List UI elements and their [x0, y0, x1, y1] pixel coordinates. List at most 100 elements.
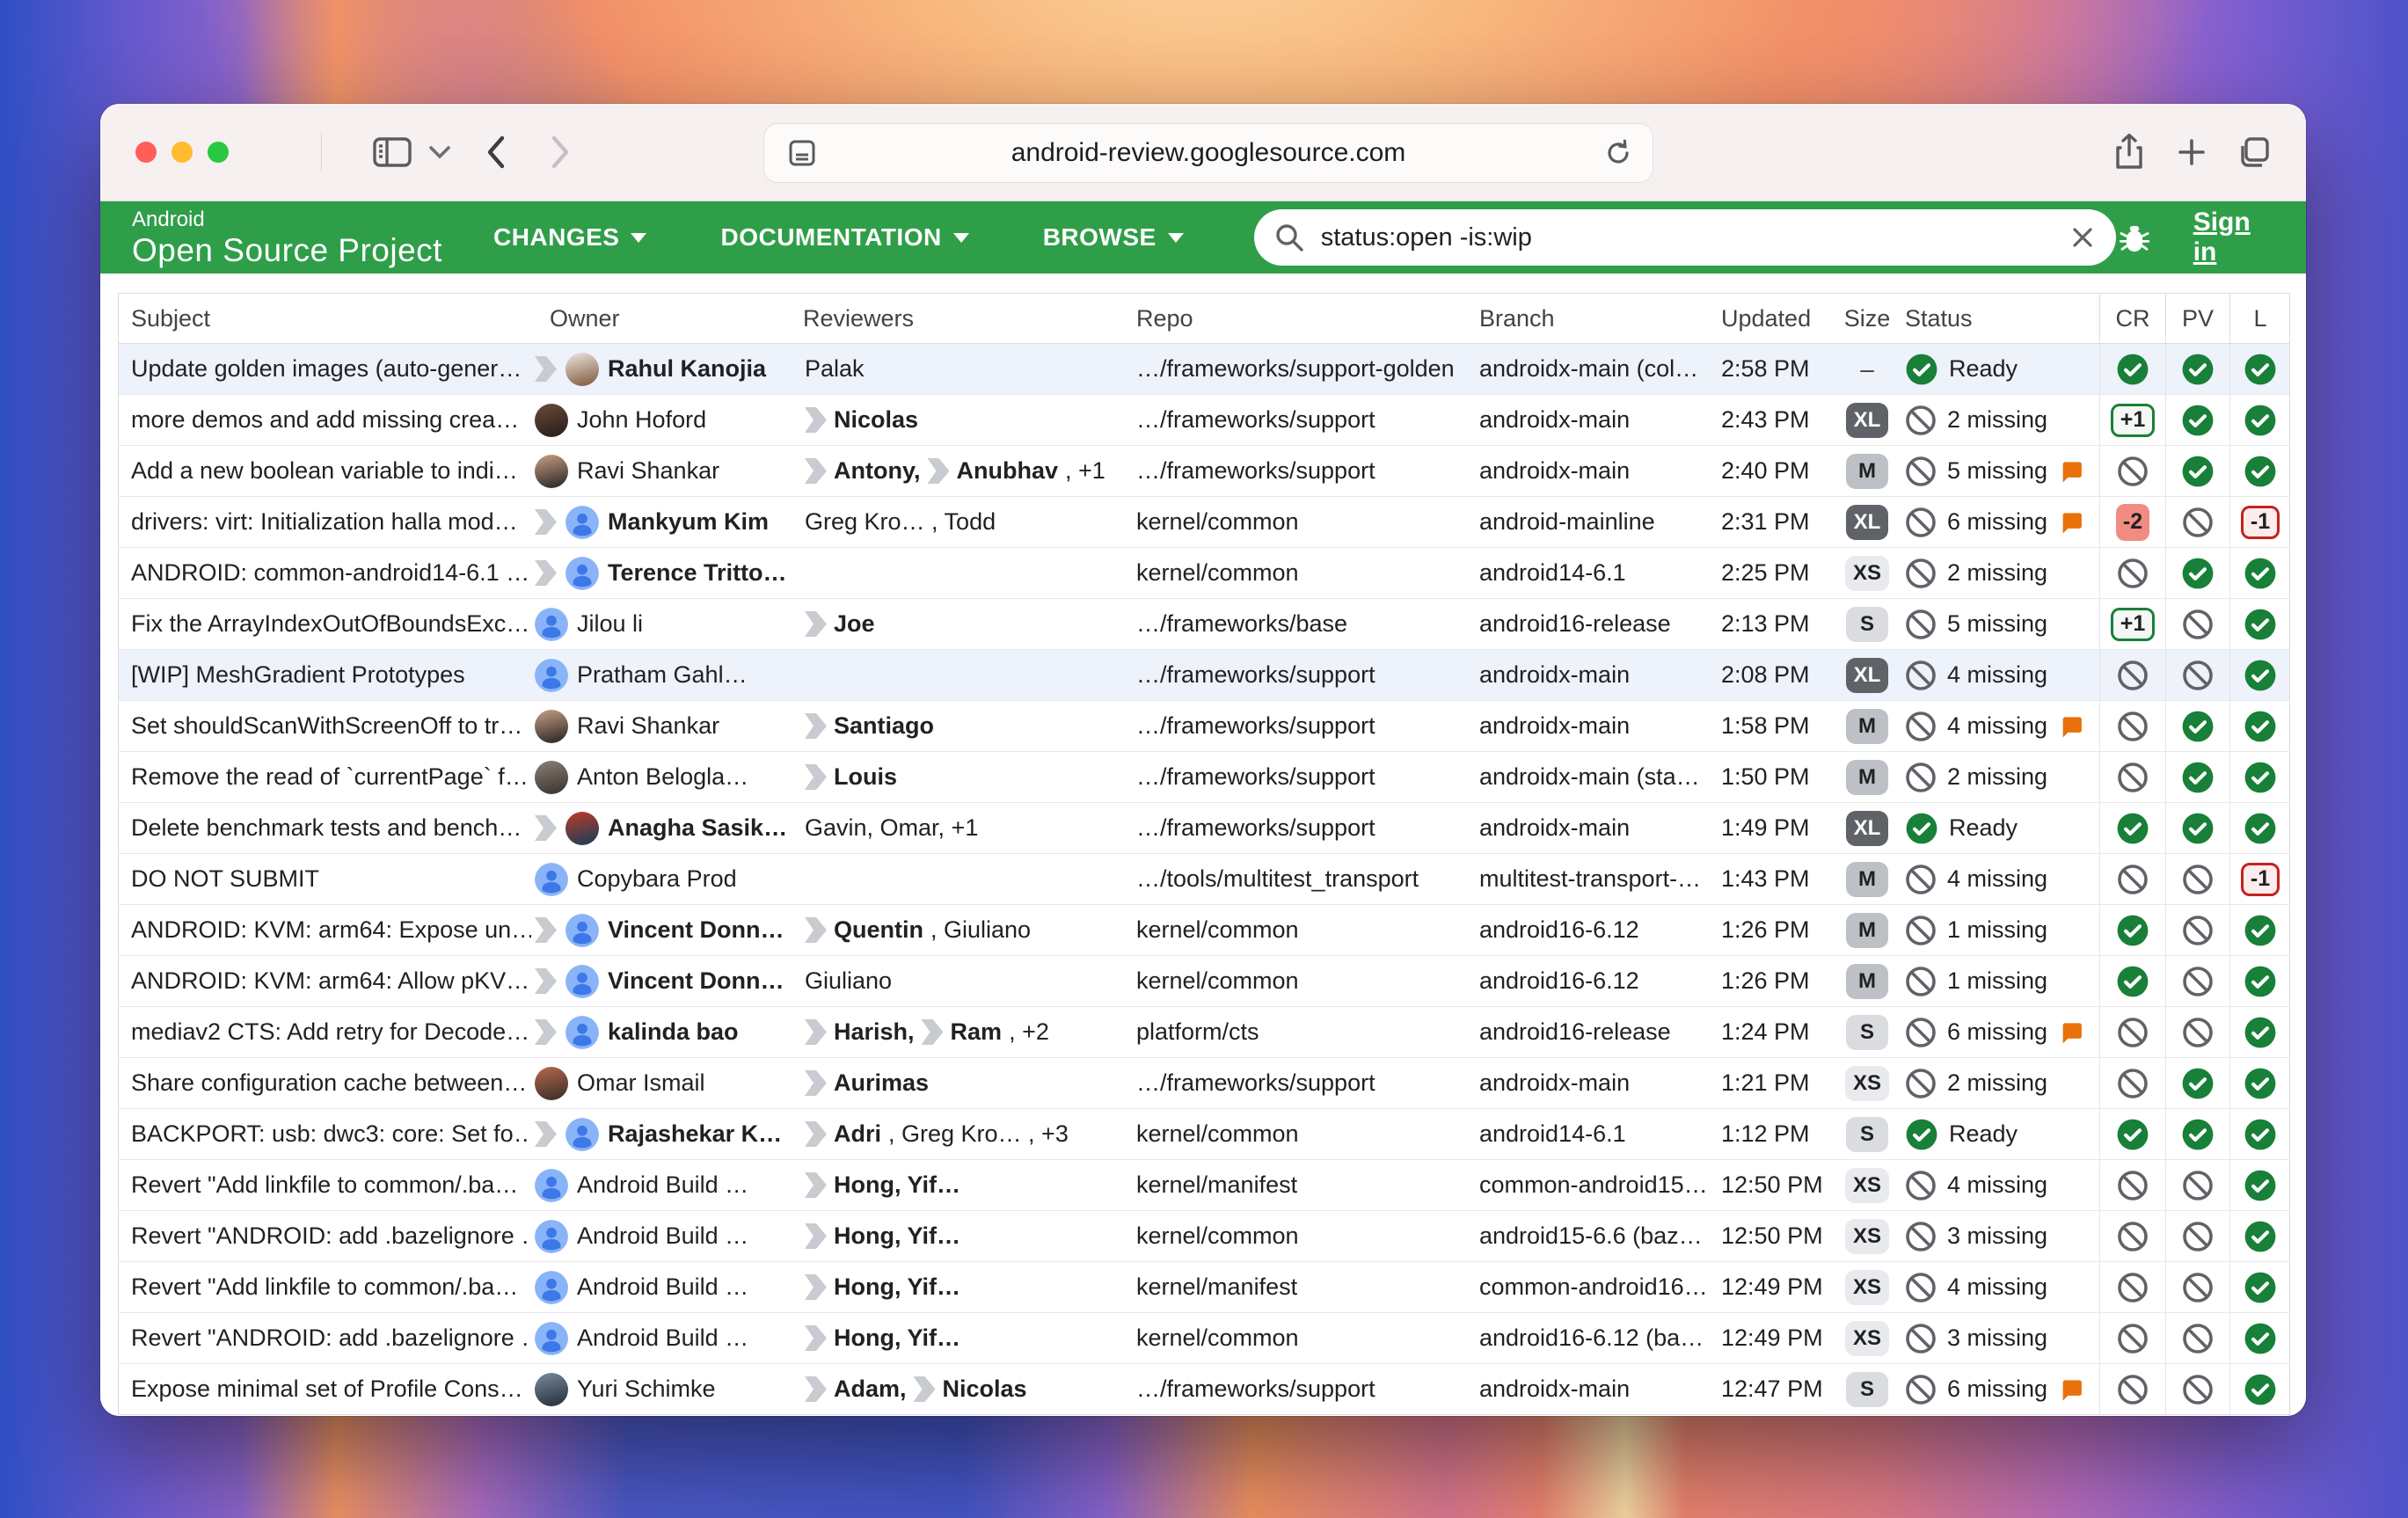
branch-cell[interactable]: android16-release: [1478, 1007, 1718, 1057]
repo-cell[interactable]: …/frameworks/support: [1131, 1364, 1478, 1414]
table-row[interactable]: Share configuration cache between…Omar I…: [119, 1058, 2289, 1109]
search-bar[interactable]: [1254, 209, 2116, 266]
column-header-branch[interactable]: Branch: [1478, 294, 1718, 343]
repo-cell[interactable]: …/frameworks/support: [1131, 701, 1478, 751]
reviewer-name[interactable]: Nicolas: [943, 1376, 1027, 1403]
branch-cell[interactable]: androidx-main: [1478, 701, 1718, 751]
branch-cell[interactable]: android16-6.12 (ba…: [1478, 1313, 1718, 1363]
branch-cell[interactable]: androidx-main: [1478, 1058, 1718, 1108]
owner-cell[interactable]: Ravi Shankar: [531, 446, 803, 496]
owner-name[interactable]: Mankyum Kim: [608, 508, 769, 536]
owner-name[interactable]: Jilou li: [577, 610, 643, 638]
owner-cell[interactable]: Copybara Prod: [531, 854, 803, 904]
column-header-repo[interactable]: Repo: [1131, 294, 1478, 343]
reviewer-name[interactable]: Gavin, Omar, +1: [805, 814, 978, 842]
repo-cell[interactable]: …/tools/multitest_transport: [1131, 854, 1478, 904]
owner-name[interactable]: Pratham Gahl…: [577, 661, 748, 689]
table-row[interactable]: [WIP] MeshGradient PrototypesPratham Gah…: [119, 650, 2289, 701]
reviewer-name[interactable]: , Greg Kro… , +3: [888, 1120, 1069, 1148]
repo-cell[interactable]: …/frameworks/base: [1131, 599, 1478, 649]
branch-cell[interactable]: android16-release: [1478, 599, 1718, 649]
branch-cell[interactable]: androidx-main (col…: [1478, 344, 1718, 394]
owner-cell[interactable]: Android Build …: [531, 1313, 803, 1363]
owner-name[interactable]: kalinda bao: [608, 1018, 739, 1046]
subject-cell[interactable]: Revert "Add linkfile to common/.ba…: [119, 1160, 531, 1210]
owner-cell[interactable]: Android Build …: [531, 1160, 803, 1210]
owner-name[interactable]: Ravi Shankar: [577, 457, 719, 485]
subject-cell[interactable]: DO NOT SUBMIT: [119, 854, 531, 904]
subject-cell[interactable]: more demos and add missing crea…: [119, 395, 531, 445]
repo-cell[interactable]: kernel/common: [1131, 905, 1478, 955]
repo-cell[interactable]: kernel/common: [1131, 1109, 1478, 1159]
owner-name[interactable]: Anagha Sasik…: [608, 814, 787, 842]
column-header-pv[interactable]: PV: [2165, 294, 2229, 343]
reviewer-name[interactable]: Anubhav: [956, 457, 1058, 485]
reviewer-name[interactable]: Greg Kro… , Todd: [805, 508, 996, 536]
subject-cell[interactable]: Revert "ANDROID: add .bazelignore …: [119, 1211, 531, 1261]
subject-cell[interactable]: ANDROID: KVM: arm64: Expose un…: [119, 905, 531, 955]
reviewer-name[interactable]: , +2: [1009, 1018, 1049, 1046]
table-row[interactable]: Revert "ANDROID: add .bazelignore …Andro…: [119, 1313, 2289, 1364]
table-row[interactable]: Revert "Add linkfile to common/.ba…Andro…: [119, 1160, 2289, 1211]
report-bug-icon[interactable]: [2116, 219, 2153, 256]
reviewer-name[interactable]: Harish,: [834, 1018, 915, 1046]
subject-cell[interactable]: Delete benchmark tests and bench…: [119, 803, 531, 853]
branch-cell[interactable]: androidx-main: [1478, 446, 1718, 496]
column-header-subject[interactable]: Subject: [119, 294, 531, 343]
subject-cell[interactable]: Revert "Add linkfile to common/.ba…: [119, 1262, 531, 1312]
branch-cell[interactable]: common-android16…: [1478, 1262, 1718, 1312]
tab-overview-icon[interactable]: [2236, 134, 2273, 171]
subject-cell[interactable]: Revert "ANDROID: add .bazelignore …: [119, 1313, 531, 1363]
subject-cell[interactable]: Remove the read of `currentPage` f…: [119, 752, 531, 802]
repo-cell[interactable]: kernel/manifest: [1131, 1160, 1478, 1210]
branch-cell[interactable]: androidx-main: [1478, 650, 1718, 700]
reader-icon[interactable]: [787, 138, 817, 168]
branch-cell[interactable]: android16-6.12: [1478, 956, 1718, 1006]
repo-cell[interactable]: …/frameworks/support-golden: [1131, 344, 1478, 394]
zoom-window-button[interactable]: [208, 142, 229, 163]
table-row[interactable]: more demos and add missing crea… John Hof…: [119, 395, 2289, 446]
back-icon[interactable]: [483, 133, 509, 172]
branch-cell[interactable]: multitest-transport-…: [1478, 854, 1718, 904]
owner-cell[interactable]: Jilou li: [531, 599, 803, 649]
table-row[interactable]: Add a new boolean variable to indi… Ravi …: [119, 446, 2289, 497]
repo-cell[interactable]: platform/cts: [1131, 1007, 1478, 1057]
owner-cell[interactable]: Pratham Gahl…: [531, 650, 803, 700]
branch-cell[interactable]: android14-6.1: [1478, 548, 1718, 598]
branch-cell[interactable]: androidx-main: [1478, 803, 1718, 853]
menu-changes[interactable]: CHANGES: [493, 223, 647, 252]
search-input[interactable]: [1319, 223, 2069, 253]
owner-cell[interactable]: Omar Ismail: [531, 1058, 803, 1108]
owner-name[interactable]: Terence Tritto…: [608, 559, 787, 587]
owner-cell[interactable]: Anton Belogla…: [531, 752, 803, 802]
owner-name[interactable]: Rahul Kanojia: [608, 355, 766, 383]
owner-name[interactable]: John Hoford: [577, 406, 706, 434]
address-bar[interactable]: android-review.googlesource.com: [763, 123, 1653, 183]
owner-cell[interactable]: John Hoford: [531, 395, 803, 445]
table-row[interactable]: Revert "ANDROID: add .bazelignore …Andro…: [119, 1211, 2289, 1262]
reviewer-name[interactable]: Adri: [834, 1120, 881, 1148]
owner-cell[interactable]: Android Build …: [531, 1211, 803, 1261]
repo-cell[interactable]: …/frameworks/support: [1131, 446, 1478, 496]
branch-cell[interactable]: android15-6.6 (baz…: [1478, 1211, 1718, 1261]
table-row[interactable]: drivers: virt: Initialization halla mod……: [119, 497, 2289, 548]
table-row[interactable]: DO NOT SUBMITCopybara Prod …/tools/multit…: [119, 854, 2289, 905]
subject-cell[interactable]: Fix the ArrayIndexOutOfBoundsExc…: [119, 599, 531, 649]
owner-name[interactable]: Omar Ismail: [577, 1069, 705, 1097]
reviewer-name[interactable]: Hong, Yif…: [834, 1274, 960, 1301]
repo-cell[interactable]: …/frameworks/support: [1131, 395, 1478, 445]
branch-cell[interactable]: android16-6.12: [1478, 905, 1718, 955]
reviewer-name[interactable]: Santiago: [834, 712, 934, 740]
table-row[interactable]: Update golden images (auto-gener…Rahul K…: [119, 344, 2289, 395]
owner-name[interactable]: Anton Belogla…: [577, 763, 748, 791]
table-row[interactable]: ANDROID: common-android14-6.1 …Terence T…: [119, 548, 2289, 599]
table-row[interactable]: Expose minimal set of Profile Cons…Yuri …: [119, 1364, 2289, 1414]
subject-cell[interactable]: Expose minimal set of Profile Cons…: [119, 1364, 531, 1414]
share-icon[interactable]: [2112, 132, 2147, 172]
subject-cell[interactable]: Add a new boolean variable to indi…: [119, 446, 531, 496]
reviewer-name[interactable]: Louis: [834, 763, 897, 791]
sidebar-icon[interactable]: [372, 135, 412, 170]
branch-cell[interactable]: android14-6.1: [1478, 1109, 1718, 1159]
reviewer-name[interactable]: , +1: [1065, 457, 1105, 485]
repo-cell[interactable]: kernel/common: [1131, 497, 1478, 547]
